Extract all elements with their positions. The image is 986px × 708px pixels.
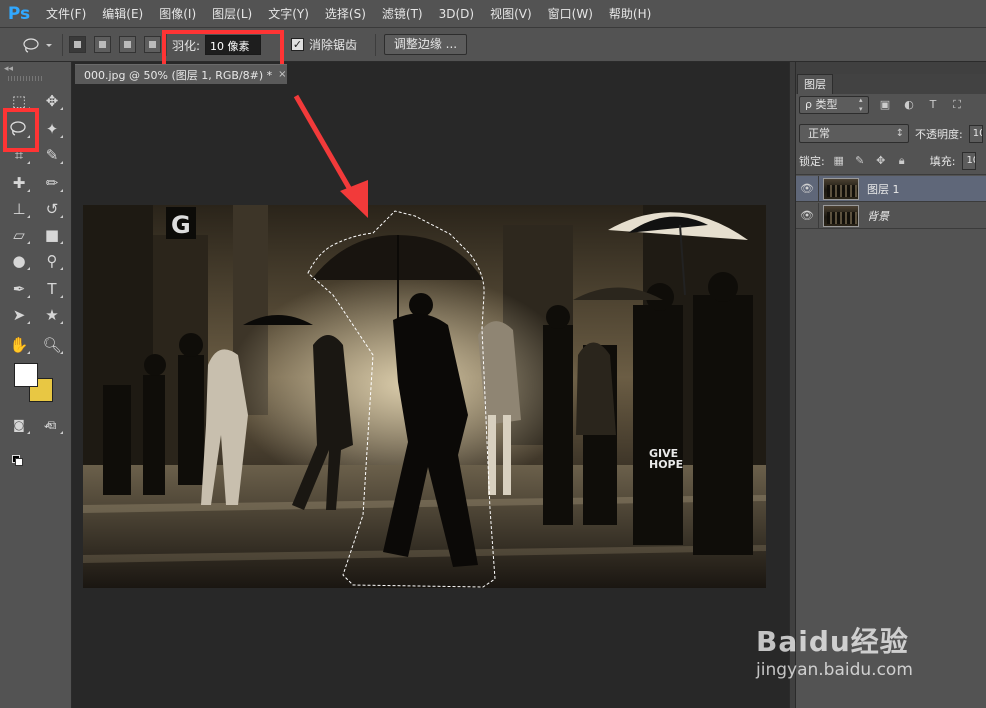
document-image[interactable]: G GIVE HOPE — [83, 205, 766, 588]
layer-filter-select[interactable]: ρ 类型 — [799, 96, 869, 114]
sign-letter-g: G — [171, 211, 191, 239]
intersect-selection-button[interactable] — [144, 36, 161, 53]
lock-position-icon[interactable]: ✥ — [874, 154, 888, 168]
text-filter-icon[interactable]: T — [925, 97, 941, 113]
magic-wand-icon[interactable]: ✦ — [40, 118, 64, 140]
photoshop-logo: Ps — [7, 3, 31, 24]
layer-thumbnail — [823, 204, 859, 227]
clone-stamp-icon[interactable]: ⊥ — [7, 198, 31, 220]
panel-header[interactable] — [796, 62, 986, 74]
layer-row-layer1[interactable]: 👁︎ 图层 1 — [796, 175, 986, 202]
lock-all-icon[interactable]: 🔒︎ — [895, 154, 909, 168]
close-tab-icon[interactable]: × — [278, 69, 286, 80]
menu-bar: Ps 文件(F) 编辑(E) 图像(I) 图层(L) 文字(Y) 选择(S) 滤… — [0, 0, 986, 28]
quick-mask-icon[interactable]: ◙ — [7, 414, 31, 436]
menu-image[interactable]: 图像(I) — [151, 0, 204, 28]
blend-mode-select[interactable]: 正常 — [799, 124, 909, 143]
watermark-url: jingyan.baidu.com — [756, 660, 913, 680]
adjustment-filter-icon[interactable]: ◐ — [901, 97, 917, 113]
fill-label: 填充: — [929, 155, 956, 168]
move-tool-icon[interactable]: ✥ — [40, 90, 64, 112]
layer-name: 背景 — [867, 209, 889, 223]
lock-label: 锁定: — [799, 155, 825, 168]
collapse-icon[interactable]: ◂◂ — [4, 64, 13, 74]
dodge-tool-icon[interactable]: ⚲ — [40, 250, 64, 272]
lock-transparency-icon[interactable]: ▦ — [832, 154, 846, 168]
divider — [818, 175, 819, 202]
refine-edge-button[interactable]: 调整边缘 ... — [384, 34, 467, 55]
layer-filter-row: ρ 类型 ▣ ◐ T ⛶ — [799, 96, 965, 114]
default-colors-icon[interactable] — [12, 455, 23, 466]
screen-mode-icon[interactable]: ⧉ — [40, 414, 64, 436]
menu-3d[interactable]: 3D(D) — [431, 0, 482, 28]
history-brush-icon[interactable]: ↺ — [40, 198, 64, 220]
visibility-eye-icon[interactable]: 👁︎ — [796, 209, 818, 222]
visibility-eye-icon[interactable]: 👁︎ — [796, 182, 818, 195]
street-photo: G GIVE HOPE — [83, 205, 766, 588]
divider — [375, 34, 376, 56]
pen-tool-icon[interactable]: ✒ — [7, 278, 31, 300]
lasso-highlight-box — [3, 108, 39, 152]
document-tab-label: 000.jpg @ 50% (图层 1, RGB/8#) * — [84, 68, 273, 82]
foreground-color-swatch[interactable] — [14, 363, 38, 387]
antialias-label: 消除锯齿 — [309, 38, 358, 52]
blend-row: 正常 不透明度: 10 — [799, 124, 983, 143]
fill-input[interactable]: 10 — [962, 152, 977, 170]
sign-hope: HOPE — [649, 458, 683, 471]
healing-brush-icon[interactable]: ✚ — [7, 172, 31, 194]
menu-type[interactable]: 文字(Y) — [260, 0, 317, 28]
new-selection-button[interactable] — [69, 36, 86, 53]
layer-name: 图层 1 — [867, 182, 900, 196]
menu-filter[interactable]: 滤镜(T) — [374, 0, 431, 28]
antialias-checkbox[interactable]: ✓ — [291, 38, 304, 51]
menu-edit[interactable]: 编辑(E) — [94, 0, 151, 28]
opacity-input[interactable]: 10 — [968, 124, 983, 143]
options-bar: 羽化: 10 像素 ✓ 消除锯齿 调整边缘 ... — [0, 28, 986, 62]
menu-view[interactable]: 视图(V) — [482, 0, 540, 28]
menu-help[interactable]: 帮助(H) — [601, 0, 659, 28]
subtract-from-selection-button[interactable] — [119, 36, 136, 53]
shape-filter-icon[interactable]: ⛶ — [949, 97, 965, 113]
zoom-tool-icon[interactable]: 🔍︎ — [40, 334, 64, 356]
divider — [818, 202, 819, 229]
opacity-label: 不透明度: — [915, 127, 963, 141]
layer-row-background[interactable]: 👁︎ 背景 — [796, 202, 986, 229]
divider — [62, 34, 63, 56]
eraser-icon[interactable]: ▱ — [7, 224, 31, 246]
brush-tool-icon[interactable]: ✏ — [40, 172, 64, 194]
eyedropper-icon[interactable]: ✎ — [40, 144, 64, 166]
divider — [796, 174, 986, 175]
gradient-tool-icon[interactable]: ■ — [40, 224, 64, 246]
hand-tool-icon[interactable]: ✋ — [7, 334, 31, 356]
menu-layer[interactable]: 图层(L) — [204, 0, 260, 28]
menu-window[interactable]: 窗口(W) — [540, 0, 601, 28]
shape-tool-icon[interactable]: ★ — [40, 304, 64, 326]
type-tool-icon[interactable]: T — [40, 278, 64, 300]
menu-file[interactable]: 文件(F) — [38, 0, 94, 28]
watermark-brand: Baidu经验 — [756, 625, 909, 658]
tab-layers[interactable]: 图层 — [797, 74, 833, 94]
menu-select[interactable]: 选择(S) — [317, 0, 374, 28]
antialias-group: ✓ 消除锯齿 — [291, 36, 357, 53]
panel-grip[interactable] — [8, 76, 44, 81]
layer-thumbnail — [823, 177, 859, 200]
lock-row: 锁定: ▦ ✎ ✥ 🔒︎ 填充: 10 — [799, 152, 977, 170]
lock-pixels-icon[interactable]: ✎ — [853, 154, 867, 168]
blur-tool-icon[interactable]: ● — [7, 250, 31, 272]
add-to-selection-button[interactable] — [94, 36, 111, 53]
tool-preset-picker[interactable] — [20, 36, 56, 54]
path-selection-icon[interactable]: ➤ — [7, 304, 31, 326]
document-tab[interactable]: 000.jpg @ 50% (图层 1, RGB/8#) * × — [75, 64, 287, 84]
image-filter-icon[interactable]: ▣ — [877, 97, 893, 113]
baidu-watermark: Baidu经验 jingyan.baidu.com — [756, 600, 981, 690]
lasso-icon — [23, 38, 52, 53]
